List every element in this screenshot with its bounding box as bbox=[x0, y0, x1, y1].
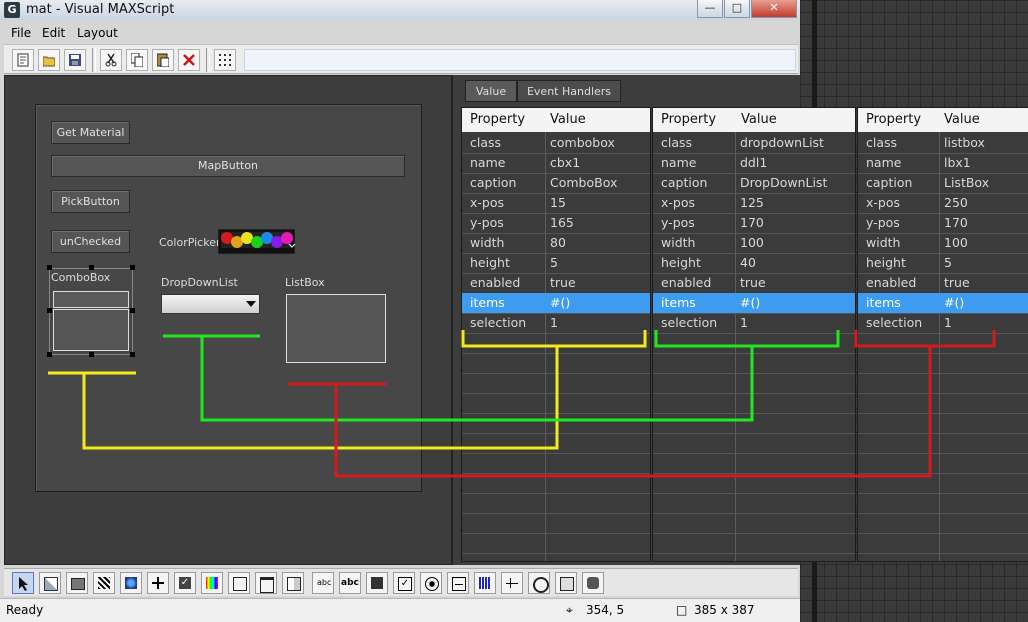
green-wire bbox=[163, 330, 840, 422]
red-wire bbox=[288, 330, 996, 478]
annotation-wires bbox=[48, 330, 996, 478]
yellow-wire bbox=[48, 330, 647, 450]
